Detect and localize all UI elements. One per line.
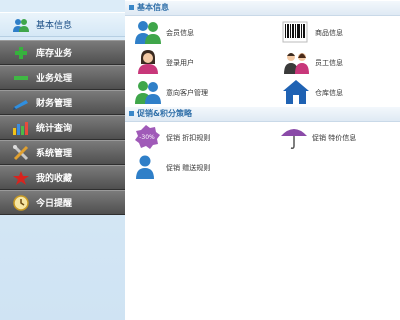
tile-label: 促销 赠送规则 (166, 164, 211, 172)
sidebar-item-system[interactable]: 系统管理 (0, 140, 125, 165)
section-header-promotion: 促销&积分策略 (125, 107, 400, 122)
warehouse-icon (283, 80, 309, 104)
sidebar-item-statistics[interactable]: 统计查询 (0, 115, 125, 140)
umbrella-icon (281, 129, 307, 149)
gift-user-icon (136, 155, 154, 179)
main-content: 基本信息 会员信息 商品信息 登录用户 员工信息 意向客户管理 仓库信息 促销&… (125, 0, 400, 320)
tile-label: 员工信息 (315, 59, 343, 67)
tile-label: 促销 折扣规则 (166, 134, 211, 142)
members-icon (135, 21, 161, 44)
section-bullet-icon (129, 5, 134, 10)
tools-icon (13, 145, 29, 161)
tile-label: 商品信息 (315, 29, 343, 37)
pencil-icon (13, 100, 28, 110)
tile-special-price[interactable]: 促销 特价信息 (279, 124, 400, 150)
sidebar-item-label: 财务管理 (36, 99, 73, 109)
sidebar-item-label: 业务处理 (36, 74, 73, 84)
tile-gift-rules[interactable]: 促销 赠送规则 (133, 154, 263, 180)
sidebar: 基本信息 库存业务 业务处理 财务管理 统计查询 系统管理 我的收藏 今日提醒 (0, 0, 125, 320)
sidebar-item-label: 库存业务 (36, 49, 73, 59)
tile-warehouse-info[interactable]: 仓库信息 (282, 79, 400, 105)
sidebar-item-label: 统计查询 (36, 124, 73, 134)
plus-icon (15, 47, 27, 59)
tile-discount-rules[interactable]: -30% 促销 折扣规则 (133, 124, 263, 150)
section-title: 促销&积分策略 (137, 109, 192, 118)
sidebar-item-basic-info[interactable]: 基本信息 (0, 12, 125, 37)
staff-icon (284, 53, 309, 74)
sidebar-item-today-reminder[interactable]: 今日提醒 (0, 190, 125, 215)
tile-label: 会员信息 (166, 29, 194, 37)
tile-staff-info[interactable]: 员工信息 (282, 49, 400, 75)
tile-product-info[interactable]: 商品信息 (282, 19, 400, 45)
tile-label: 促销 特价信息 (312, 134, 357, 142)
discount-tag-icon: -30% (135, 125, 160, 149)
section-title: 基本信息 (137, 3, 169, 12)
prospect-customers-icon (135, 81, 161, 104)
tile-label: 登录用户 (166, 59, 194, 67)
star-icon (13, 171, 29, 185)
sidebar-item-business[interactable]: 业务处理 (0, 65, 125, 90)
tile-login-user[interactable]: 登录用户 (133, 49, 263, 75)
users-icon (13, 19, 29, 32)
barcode-icon (282, 21, 308, 43)
tile-prospect-customers[interactable]: 意向客户管理 (133, 79, 263, 105)
sidebar-item-label: 基本信息 (36, 21, 73, 31)
login-user-icon (138, 50, 158, 74)
tile-label: 意向客户管理 (166, 89, 208, 97)
sidebar-item-inventory[interactable]: 库存业务 (0, 40, 125, 65)
bar-chart-icon (13, 122, 28, 135)
sidebar-item-label: 今日提醒 (36, 199, 73, 209)
sidebar-item-favorites[interactable]: 我的收藏 (0, 165, 125, 190)
tile-label: 仓库信息 (315, 89, 343, 97)
tile-member-info[interactable]: 会员信息 (133, 19, 263, 45)
section-header-basic-info: 基本信息 (125, 1, 400, 16)
sidebar-item-label: 我的收藏 (36, 174, 73, 184)
clock-icon (13, 195, 29, 211)
minus-icon (14, 76, 28, 80)
sidebar-item-finance[interactable]: 财务管理 (0, 90, 125, 115)
section-bullet-icon (129, 111, 134, 116)
discount-badge-text: -30% (139, 134, 155, 141)
sidebar-item-label: 系统管理 (36, 149, 73, 159)
